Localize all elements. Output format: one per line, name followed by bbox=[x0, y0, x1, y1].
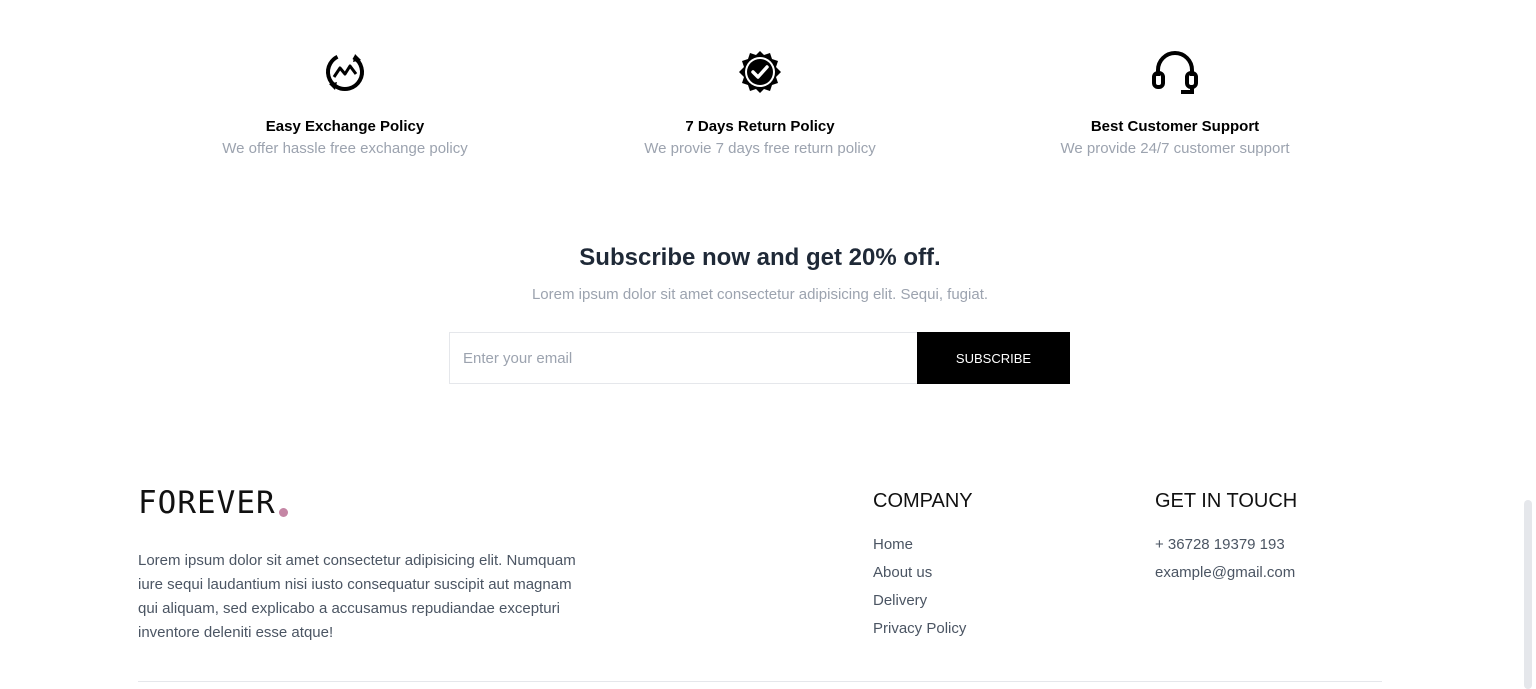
headset-icon bbox=[968, 44, 1382, 100]
footer-contact-list: + 36728 19379 193 example@gmail.com bbox=[1155, 531, 1297, 587]
quality-badge-icon bbox=[553, 44, 967, 100]
policy-title: Best Customer Support bbox=[1090, 118, 1260, 135]
footer-divider bbox=[138, 681, 1382, 682]
subscribe-section: Subscribe now and get 20% off. Lorem ips… bbox=[0, 244, 1520, 303]
footer-link-about[interactable]: About us bbox=[873, 559, 973, 587]
policy-title: 7 Days Return Policy bbox=[685, 118, 835, 135]
footer-company-column: COMPANY Home About us Delivery Privacy P… bbox=[873, 490, 973, 643]
footer-company-heading: COMPANY bbox=[873, 490, 973, 512]
footer-phone: + 36728 19379 193 bbox=[1155, 536, 1285, 553]
policy-description: We provide 24/7 customer support bbox=[1060, 140, 1290, 157]
footer-link-delivery[interactable]: Delivery bbox=[873, 587, 973, 615]
footer-contact-heading: GET IN TOUCH bbox=[1155, 490, 1298, 512]
footer-about-text: Lorem ipsum dolor sit amet consectetur a… bbox=[138, 552, 576, 641]
footer-link-home[interactable]: Home bbox=[873, 531, 973, 559]
logo[interactable]: FOREVER bbox=[138, 488, 588, 519]
page-scrollbar[interactable] bbox=[1520, 500, 1536, 689]
subscribe-form: SUBSCRIBE bbox=[449, 332, 1070, 384]
footer-company-links: Home About us Delivery Privacy Policy bbox=[873, 531, 973, 643]
email-input[interactable] bbox=[450, 333, 917, 383]
policy-title: Easy Exchange Policy bbox=[265, 118, 425, 135]
policies-section: Easy Exchange Policy We offer hassle fre… bbox=[138, 44, 1382, 157]
footer-email: example@gmail.com bbox=[1155, 564, 1296, 581]
footer-link-privacy[interactable]: Privacy Policy bbox=[873, 615, 973, 643]
policy-description: We provie 7 days free return policy bbox=[644, 140, 876, 157]
scrollbar-thumb[interactable] bbox=[1524, 500, 1532, 689]
exchange-icon bbox=[138, 44, 552, 100]
policy-exchange: Easy Exchange Policy We offer hassle fre… bbox=[138, 44, 552, 157]
policy-return: 7 Days Return Policy We provie 7 days fr… bbox=[553, 44, 967, 157]
policy-support: Best Customer Support We provide 24/7 cu… bbox=[968, 44, 1382, 157]
policy-description: We offer hassle free exchange policy bbox=[222, 140, 468, 157]
logo-text: FOREVER bbox=[138, 485, 276, 521]
subscribe-button[interactable]: SUBSCRIBE bbox=[917, 332, 1070, 384]
subscribe-title: Subscribe now and get 20% off. bbox=[579, 244, 941, 271]
logo-dot-icon bbox=[278, 508, 288, 517]
subscribe-subtitle: Lorem ipsum dolor sit amet consectetur a… bbox=[531, 286, 989, 303]
footer-brand: FOREVER Lorem ipsum dolor sit amet conse… bbox=[138, 488, 588, 645]
footer-contact-column: GET IN TOUCH + 36728 19379 193 example@g… bbox=[1155, 490, 1297, 587]
